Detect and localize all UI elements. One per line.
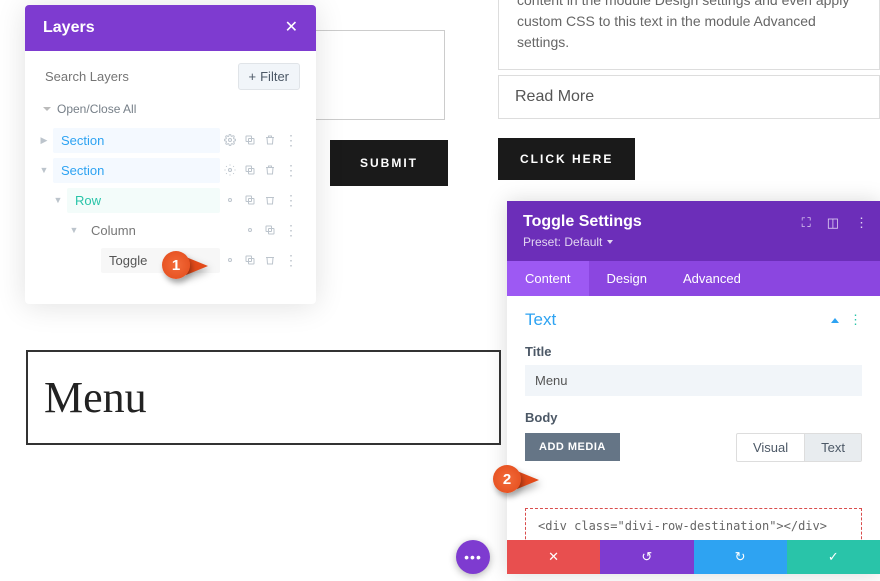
layers-header: Layers ✕ [25,5,316,51]
duplicate-icon[interactable] [264,224,276,236]
editor-mode-tabs: Visual Text [736,433,862,462]
tree-item-section[interactable]: ▼ Section ⋮ [35,156,306,184]
toggle-module-preview[interactable]: Menu [26,350,501,445]
save-button[interactable]: ✓ [787,540,880,574]
spacer [83,246,101,274]
gear-icon[interactable] [244,224,256,236]
chevron-down-icon[interactable]: ▼ [35,156,53,184]
redo-icon: ↻ [735,549,746,565]
tree-item-row[interactable]: ▼ Row ⋮ [35,186,306,214]
redo-button[interactable]: ↻ [694,540,787,574]
close-icon: ✕ [548,549,559,565]
search-input[interactable] [41,63,230,90]
snap-icon[interactable]: ◫ [827,215,839,231]
duplicate-icon[interactable] [244,254,256,266]
gear-icon[interactable] [224,254,236,266]
open-close-all[interactable]: Open/Close All [25,98,316,124]
tree-item-column[interactable]: ▼ Column ⋮ [35,216,306,244]
read-more-button[interactable]: Read More [498,75,880,119]
tree-label[interactable]: Section [53,128,220,153]
section-text-heading[interactable]: Text [525,310,556,330]
duplicate-icon[interactable] [244,134,256,146]
page-settings-fab[interactable]: ••• [456,540,490,574]
blurb-text: content in the module Design settings an… [498,0,880,70]
tab-design[interactable]: Design [589,261,665,296]
settings-footer: ✕ ↺ ↻ ✓ [507,540,880,574]
tree-label[interactable]: Column [83,218,244,243]
toggle-title-preview: Menu [44,372,483,423]
settings-tabs: Content Design Advanced [507,261,880,296]
callout-marker-2: 2 [493,465,521,493]
toggle-settings-panel: Toggle Settings Preset: Default ⛶ ◫ ⋮ Co… [507,201,880,574]
submit-button[interactable]: SUBMIT [330,140,448,186]
more-icon[interactable]: ⋮ [849,312,862,328]
expand-icon[interactable]: ⛶ [802,215,811,231]
filter-label: Filter [260,69,289,84]
more-icon[interactable]: ⋮ [284,253,298,267]
duplicate-icon[interactable] [244,194,256,206]
check-icon: ✓ [828,549,839,565]
trash-icon[interactable] [264,254,276,266]
plus-icon: + [249,69,257,84]
title-input[interactable] [525,365,862,396]
chevron-down-icon[interactable]: ▼ [65,216,83,244]
callout-marker-1: 1 [162,251,190,279]
more-icon[interactable]: ⋮ [284,133,298,147]
tab-content[interactable]: Content [507,261,589,296]
close-icon[interactable]: ✕ [285,20,298,36]
gear-icon[interactable] [224,164,236,176]
more-icon[interactable]: ⋮ [284,163,298,177]
tab-advanced[interactable]: Advanced [665,261,759,296]
duplicate-icon[interactable] [244,164,256,176]
gear-icon[interactable] [224,194,236,206]
tree-item-section[interactable]: ▶ Section ⋮ [35,126,306,154]
filter-button[interactable]: + Filter [238,63,300,90]
undo-icon: ↺ [641,549,652,565]
trash-icon[interactable] [264,194,276,206]
tree-label[interactable]: Row [67,188,220,213]
more-icon[interactable]: ⋮ [284,223,298,237]
title-label: Title [525,344,862,359]
editor-tab-text[interactable]: Text [805,434,861,461]
preset-dropdown[interactable]: Preset: Default [523,235,864,249]
click-here-button[interactable]: CLICK HERE [498,138,635,180]
tree-label[interactable]: Section [53,158,220,183]
settings-header[interactable]: Toggle Settings Preset: Default ⛶ ◫ ⋮ [507,201,880,261]
trash-icon[interactable] [264,164,276,176]
body-textarea[interactable]: <div class="divi-row-destination"></div> [525,508,862,540]
discard-button[interactable]: ✕ [507,540,600,574]
more-icon[interactable]: ⋮ [284,193,298,207]
gear-icon[interactable] [224,134,236,146]
chevron-up-icon[interactable] [831,318,839,323]
chevron-right-icon[interactable]: ▶ [35,126,53,154]
more-icon[interactable]: ⋮ [855,215,868,231]
chevron-down-icon[interactable]: ▼ [49,186,67,214]
dots-icon: ••• [464,549,482,565]
layers-title: Layers [43,19,95,37]
editor-tab-visual[interactable]: Visual [737,434,805,461]
trash-icon[interactable] [264,134,276,146]
add-media-button[interactable]: ADD MEDIA [525,433,620,461]
body-label: Body [525,410,862,425]
undo-button[interactable]: ↺ [600,540,693,574]
